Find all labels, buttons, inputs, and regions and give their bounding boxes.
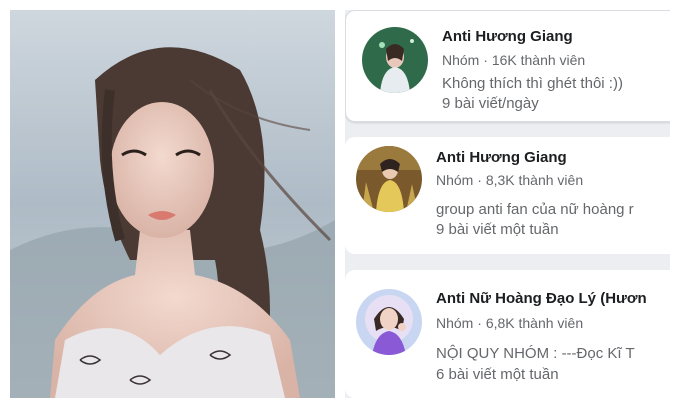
group-activity: 6 bài viết một tuần [436, 366, 559, 383]
group-avatar[interactable] [356, 289, 422, 355]
member-count: 8,3K thành viên [485, 172, 584, 188]
group-name[interactable]: Anti Hương Giang [436, 149, 567, 166]
separator-dot: · [477, 315, 482, 331]
group-meta: Nhóm · 6,8K thành viên [436, 315, 583, 331]
group-name[interactable]: Anti Hương Giang [442, 28, 573, 45]
group-avatar[interactable] [356, 146, 422, 212]
group-type: Nhóm [436, 315, 474, 331]
group-description: Không thích thì ghét thôi :)) [442, 75, 623, 92]
separator-dot: · [477, 172, 482, 188]
group-description: NỘI QUY NHÓM : ---Đọc Kĩ T [436, 345, 635, 362]
group-activity: 9 bài viết một tuần [436, 221, 559, 238]
group-results-list: Anti Hương Giang Nhóm · 16K thành viên K… [345, 10, 670, 398]
group-meta: Nhóm · 16K thành viên [442, 52, 585, 68]
portrait-photo [10, 10, 335, 398]
group-type: Nhóm [436, 172, 474, 188]
group-activity: 9 bài viết/ngày [442, 95, 539, 112]
member-count: 6,8K thành viên [485, 315, 584, 331]
group-meta: Nhóm · 8,3K thành viên [436, 172, 583, 188]
group-name[interactable]: Anti Nữ Hoàng Đạo Lý (Hươn [436, 290, 647, 307]
group-description: group anti fan của nữ hoàng r [436, 201, 634, 218]
group-avatar[interactable] [362, 27, 428, 93]
group-type: Nhóm [442, 52, 480, 68]
member-count: 16K thành viên [491, 52, 586, 68]
separator-dot: · [483, 52, 488, 68]
